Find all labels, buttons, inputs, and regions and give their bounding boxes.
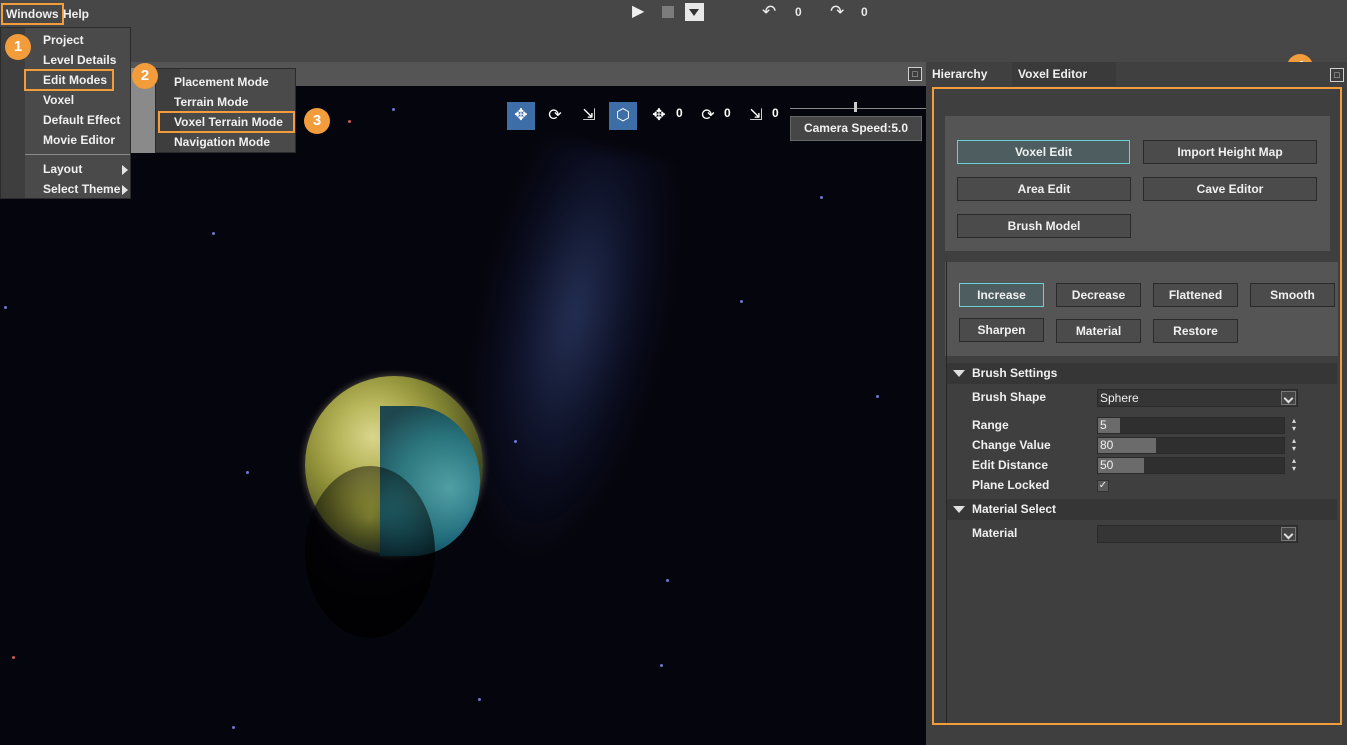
undo-count: 0 [795,5,802,19]
star [4,306,7,309]
tab-voxel-editor[interactable]: Voxel Editor [1012,62,1116,86]
rotate-tool-icon[interactable]: ⟳ [541,102,569,130]
menu-item-default-effect[interactable]: Default Effect [25,110,130,130]
dropdown-icon[interactable] [685,3,704,21]
star [876,395,879,398]
camera-speed-slider[interactable] [790,108,926,109]
submenu-arrow-icon [122,165,128,175]
menu-separator [25,154,130,155]
menu-item-select-theme-label: Select Theme [43,182,121,196]
menu-item-movie-editor[interactable]: Movie Editor [25,130,130,150]
play-icon[interactable]: ▶ [632,4,644,20]
submenu-arrow-icon [122,185,128,195]
move-tool-icon[interactable]: ✥ [507,102,535,130]
callout-badge-2: 2 [132,63,158,89]
pin-icon[interactable]: □ [908,67,922,81]
star [514,440,517,443]
star [740,300,743,303]
menu-item-terrain-mode[interactable]: Terrain Mode [156,92,295,112]
menu-item-level-details[interactable]: Level Details [25,50,130,70]
highlight-frame [932,87,1342,725]
move-snap-count: 0 [676,106,683,120]
local-space-icon[interactable]: ⬡ [609,102,637,130]
planet-shadow [305,466,435,638]
menu-item-layout-label: Layout [43,162,83,176]
scale-tool-icon[interactable]: ⇲ [575,102,603,130]
menu-item-voxel[interactable]: Voxel [25,90,130,110]
undo-icon[interactable]: ↶ [762,3,776,20]
menu-item-layout[interactable]: Layout [25,159,130,179]
star [232,726,235,729]
rotate-snap-count: 0 [724,106,731,120]
star [392,108,395,111]
redo-icon[interactable]: ↷ [830,3,844,20]
callout-badge-1: 1 [5,34,31,60]
menu-help[interactable]: Help [60,3,92,25]
star [820,196,823,199]
rotate-snap-icon[interactable]: ⟳ [696,102,720,130]
pin-icon[interactable]: □ [1330,68,1344,82]
menu-item-select-theme[interactable]: Select Theme [25,179,130,199]
scale-snap-icon[interactable]: ⇲ [744,102,768,130]
camera-speed-label: Camera Speed:5.0 [790,116,922,141]
star [478,698,481,701]
menu-item-project[interactable]: Project [25,30,130,50]
star [246,471,249,474]
panel-tab-strip: Hierarchy Voxel Editor [926,62,1347,86]
edit-modes-menu: Placement Mode Terrain Mode Voxel Terrai… [155,68,296,153]
move-snap-icon[interactable]: ✥ [647,102,671,130]
star [212,232,215,235]
menubar: Windows Help ▶ ↶ 0 ↷ 0 [0,0,1347,62]
menu-item-navigation-mode[interactable]: Navigation Mode [156,132,295,152]
star [666,579,669,582]
tab-hierarchy[interactable]: Hierarchy [926,62,994,86]
star [348,120,351,123]
menu-item-placement-mode[interactable]: Placement Mode [156,72,295,92]
star [660,664,663,667]
star [12,656,15,659]
camera-speed-slider-handle[interactable] [854,102,857,112]
scale-snap-count: 0 [772,106,779,120]
redo-count: 0 [861,5,868,19]
menu-item-voxel-terrain-mode[interactable]: Voxel Terrain Mode [158,111,295,133]
menu-windows[interactable]: Windows [1,3,64,25]
stop-icon[interactable] [662,6,674,18]
menu-item-edit-modes[interactable]: Edit Modes [24,69,114,91]
scene-viewport[interactable]: ✥ ⟳ ⇲ ⬡ ✥ 0 ⟳ 0 ⇲ 0 Camera Speed:5.0 [0,86,926,745]
callout-badge-3: 3 [304,108,330,134]
